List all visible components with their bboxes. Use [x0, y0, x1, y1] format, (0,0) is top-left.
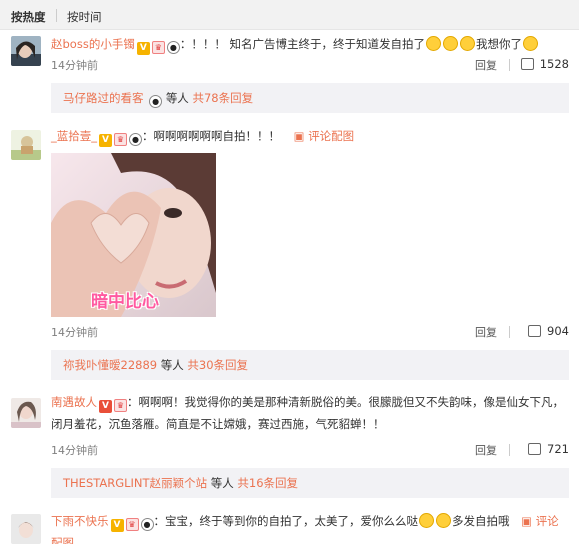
sub-reply-user[interactable]: 祢我卟懂暧22889 — [63, 358, 157, 372]
comment-meta: 14分钟前 回复 721 — [51, 442, 569, 458]
comment-time: 14分钟前 — [51, 59, 98, 72]
fan-crown-icon: ♛ — [114, 399, 127, 412]
verified-v-icon: V — [99, 400, 112, 413]
comment-body: ：！！！ 知名广告博主终于，终于知道发自拍了 — [179, 37, 425, 51]
divider — [509, 444, 510, 456]
sub-reply-summary[interactable]: 祢我卟懂暧22889 等人 共30条回复 — [51, 350, 569, 380]
kiss-emoji-icon — [419, 513, 434, 528]
sub-reply-user[interactable]: 马仔路过的看客 — [63, 91, 144, 105]
comment-text: 下雨不快乐 V ♛ ● ：宝宝，终于等到你的自拍了，太美了，爱你么么哒 多发自拍哦 ▣ 评… — [51, 510, 569, 544]
like-count: 721 — [547, 442, 569, 456]
sub-reply-summary[interactable]: 马仔路过的看客 ● 等人 共78条回复 — [51, 83, 569, 113]
sub-reply-count[interactable]: 共30条回复 — [187, 358, 248, 372]
comment-username[interactable]: 赵boss的小手镯 — [51, 37, 135, 51]
fan-crown-icon: ♛ — [114, 133, 127, 146]
sub-reply-count[interactable]: 共16条回复 — [237, 476, 298, 490]
comment-username[interactable]: _蓝拾壹_ — [51, 129, 97, 143]
kiss-emoji-icon — [436, 513, 451, 528]
thumbs-up-icon — [528, 325, 542, 337]
comment-text: _蓝拾壹_ V ♛ ● ：啊啊啊啊啊啊自拍！！！ ▣ 评论配图 — [51, 125, 569, 147]
thumbs-up-icon — [528, 443, 542, 455]
comment-body: ：啊啊啊啊啊啊自拍！！！ — [142, 129, 280, 143]
comment-body: ：啊啊啊！我觉得你的美是那种清新脱俗的美。很朦胧但又不失韵味，像是仙女下凡，闭月… — [51, 395, 564, 431]
avatar[interactable] — [11, 130, 41, 160]
comment-meta: 14分钟前 回复 1528 — [51, 57, 569, 73]
sub-reply-summary[interactable]: THESTARGLINT赵丽颖个站 等人 共16条回复 — [51, 468, 569, 498]
sub-reply-text: 等人 — [210, 476, 234, 490]
comment-image-link-label: 评论配图 — [308, 129, 355, 143]
comment-username[interactable]: 下雨不快乐 — [51, 514, 109, 528]
comment-item: 下雨不快乐 V ♛ ● ：宝宝，终于等到你的自拍了，太美了，爱你么么哒 多发自拍哦 ▣ 评… — [0, 504, 579, 544]
comment-username[interactable]: 南遇故人 — [51, 395, 97, 409]
comment-time: 14分钟前 — [51, 444, 98, 457]
sub-reply-count[interactable]: 共78条回复 — [192, 91, 253, 105]
reply-button[interactable]: 回复 — [475, 324, 497, 340]
comment-body: ：宝宝，终于等到你的自拍了，太美了，爱你么么哒 — [153, 514, 419, 528]
comment-item: 赵boss的小手镯 V ♛ ●：！！！ 知名广告博主终于，终于知道发自拍了 我想你了 1… — [0, 30, 579, 120]
comment-item: _蓝拾壹_ V ♛ ● ：啊啊啊啊啊啊自拍！！！ ▣ 评论配图 暗中比心 14分钟前 回… — [0, 122, 579, 380]
comment-text: 赵boss的小手镯 V ♛ ●：！！！ 知名广告博主终于，终于知道发自拍了 我想你了 — [51, 33, 569, 55]
sub-reply-text: 等人 — [160, 358, 184, 372]
verified-v-icon: V — [136, 42, 150, 55]
comment-item: 南遇故人 V ♛ ：啊啊啊！我觉得你的美是那种清新脱俗的美。很朦胧但又不失韵味，像是仙… — [0, 384, 579, 500]
sort-by-hot-tab[interactable]: 按热度 — [11, 9, 46, 25]
sort-bar: 按热度 按时间 — [0, 0, 579, 30]
image-icon: ▣ — [293, 129, 309, 143]
thumbs-up-icon — [520, 58, 534, 70]
panda-icon: ● — [140, 518, 154, 531]
like-button[interactable]: 721 — [528, 442, 569, 456]
reply-button[interactable]: 回复 — [475, 57, 497, 73]
sort-divider — [56, 9, 57, 22]
panda-icon: ● — [129, 133, 142, 146]
verified-v-icon: V — [99, 134, 112, 147]
verified-v-icon: V — [110, 519, 124, 532]
comment-photo[interactable]: 暗中比心 — [51, 153, 216, 317]
avatar[interactable] — [11, 398, 41, 428]
like-button[interactable]: 904 — [528, 324, 569, 338]
like-count: 904 — [547, 324, 569, 338]
comment-body-continued: 我想你了 — [475, 37, 522, 51]
like-button[interactable]: 1528 — [520, 57, 569, 71]
comment-meta: 14分钟前 回复 904 — [51, 324, 569, 340]
photo-caption: 暗中比心 — [91, 292, 159, 312]
fan-crown-icon: ♛ — [151, 41, 165, 54]
avatar[interactable] — [11, 514, 41, 544]
image-icon: ▣ — [521, 514, 536, 528]
comment-image-link[interactable]: ▣ 评论配图 — [294, 129, 355, 143]
comment-body-continued: 多发自拍哦 — [452, 514, 510, 528]
sub-reply-text: 等人 — [165, 91, 189, 105]
comment-text: 南遇故人 V ♛ ：啊啊啊！我觉得你的美是那种清新脱俗的美。很朦胧但又不失韵味，像是仙… — [51, 391, 569, 435]
sub-reply-user[interactable]: THESTARGLINT赵丽颖个站 — [63, 476, 207, 490]
divider — [509, 326, 510, 338]
sort-by-time-tab[interactable]: 按时间 — [67, 9, 102, 25]
panda-icon: ● — [166, 41, 180, 54]
crying-emoji-icon — [442, 36, 458, 51]
smile-emoji-icon — [522, 36, 538, 51]
avatar[interactable] — [11, 36, 41, 66]
comment-time: 14分钟前 — [51, 326, 98, 339]
reply-button[interactable]: 回复 — [475, 442, 497, 458]
panda-icon: ● — [149, 95, 163, 108]
crying-emoji-icon — [425, 36, 441, 51]
like-count: 1528 — [539, 57, 569, 71]
fan-crown-icon: ♛ — [125, 518, 139, 531]
crying-emoji-icon — [459, 36, 475, 51]
divider — [509, 59, 510, 71]
